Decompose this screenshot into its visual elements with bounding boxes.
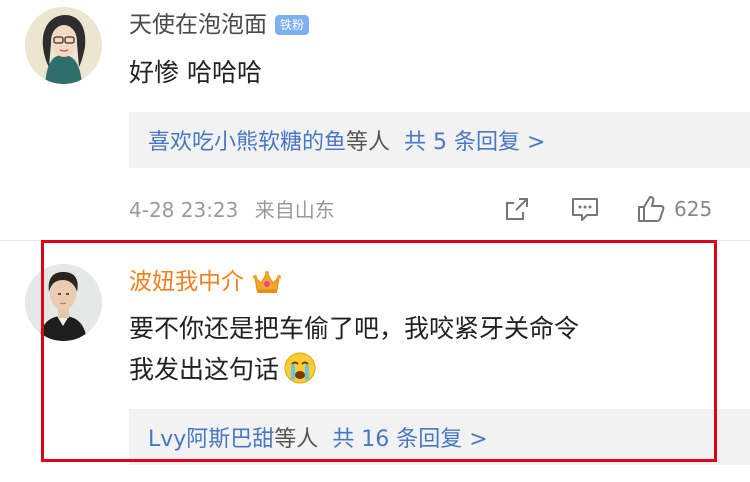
comment-button[interactable]	[570, 193, 600, 225]
crying-face-emoji	[284, 352, 316, 384]
reply-count-link[interactable]: 共 5 条回复 >	[404, 124, 545, 156]
comment-line-2: 我发出这句话	[129, 349, 579, 390]
username[interactable]: 波妞我中介	[129, 267, 244, 297]
comment-line-text: 我发出这句话	[129, 355, 280, 384]
reply-preview[interactable]: 喜欢吃小熊软糖的鱼 等人 共 5 条回复 >	[129, 112, 750, 168]
comment-line: 要不你还是把车偷了吧，我咬紧牙关命令	[129, 314, 580, 343]
comment-item: 天使在泡泡面 铁粉 好惨 哈哈哈 喜欢吃小熊软糖的鱼 等人 共 5 条回复 > …	[0, 0, 750, 240]
avatar[interactable]	[25, 7, 102, 84]
location: 来自山东	[254, 198, 335, 222]
share-button[interactable]	[503, 193, 531, 225]
fan-badge: 铁粉	[275, 15, 310, 35]
reply-count-link[interactable]: 共 16 条回复 >	[332, 421, 487, 453]
thumbs-up-icon	[638, 196, 665, 222]
like-button[interactable]: 625	[636, 193, 712, 225]
avatar[interactable]	[25, 264, 102, 341]
reply-etc-label: 等人	[346, 130, 391, 155]
crown-icon	[253, 271, 281, 293]
comment-text: 要不你还是把车偷了吧，我咬紧牙关命令 我发出这句话	[129, 308, 579, 390]
timestamp: 4-28 23:23	[129, 198, 239, 222]
comment-icon	[572, 198, 598, 221]
like-count: 625	[674, 197, 713, 221]
reply-preview[interactable]: Lvy阿斯巴甜 等人 共 16 条回复 >	[129, 409, 750, 465]
username[interactable]: 天使在泡泡面	[129, 10, 267, 40]
share-icon	[506, 198, 528, 220]
reply-etc-label: 等人	[274, 427, 319, 452]
reply-user-link[interactable]: 喜欢吃小熊软糖的鱼	[148, 124, 346, 156]
comment-text: 好惨 哈哈哈	[129, 58, 262, 87]
comment-item: 波妞我中介 要不你还是把车偷了吧，我咬紧牙关命令 我发出这句话 Lvy阿斯巴甜 …	[0, 241, 750, 482]
reply-user-link[interactable]: Lvy阿斯巴甜	[148, 421, 274, 453]
comment-meta: 4-28 23:23 来自山东	[129, 194, 335, 223]
